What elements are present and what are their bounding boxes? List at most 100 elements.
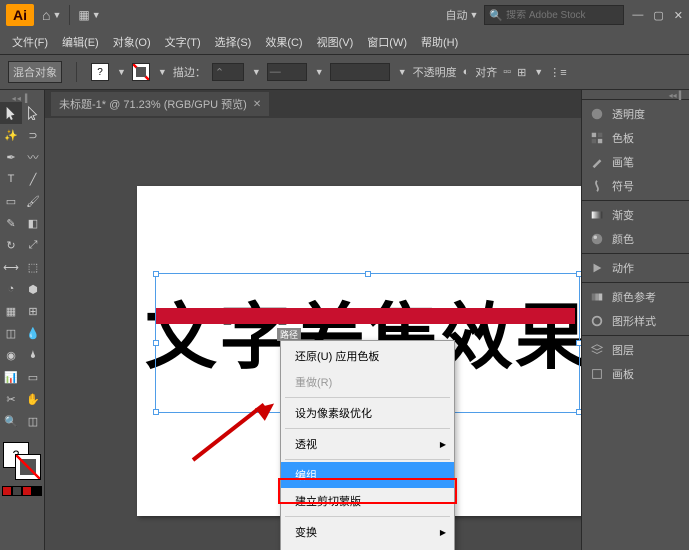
gradient-tool[interactable]: ◫ — [0, 322, 22, 344]
transform-icon[interactable]: ⊞ — [517, 66, 526, 79]
cm-make-clip[interactable]: 建立剪切蒙版 — [281, 488, 454, 514]
handle[interactable] — [576, 409, 581, 415]
artboard-tool[interactable]: ▭ — [22, 366, 44, 388]
blend-tool[interactable]: ◉ — [0, 344, 22, 366]
cm-perspective[interactable]: 透视 — [281, 431, 454, 457]
align-icon[interactable]: ▫▫ — [503, 66, 511, 78]
panel-gradient[interactable]: 渐变 — [582, 203, 689, 227]
pen-tool[interactable]: ✒ — [0, 146, 22, 168]
fill-swatch[interactable] — [91, 63, 109, 81]
handle[interactable] — [153, 409, 159, 415]
menu-effect[interactable]: 效果(C) — [259, 32, 308, 52]
panel-swatches[interactable]: 色板 — [582, 126, 689, 150]
close-icon[interactable]: ✕ — [674, 9, 683, 22]
free-transform-tool[interactable]: ⬚ — [22, 256, 44, 278]
symbol-sprayer-tool[interactable]: 🌢 — [22, 344, 44, 366]
paintbrush-tool[interactable]: 🖌 — [22, 190, 44, 212]
cm-arrange[interactable]: 排列 — [281, 545, 454, 550]
more-options-icon[interactable]: ⋮≡ — [549, 66, 566, 79]
opacity-label[interactable]: 不透明度 — [413, 64, 457, 80]
panel-actions[interactable]: 动作 — [582, 256, 689, 280]
menu-edit[interactable]: 编辑(E) — [56, 32, 105, 52]
close-tab-icon[interactable]: ✕ — [253, 99, 261, 110]
panel-graphic-styles[interactable]: 图形样式 — [582, 309, 689, 333]
chevron-down-icon[interactable]: ▼ — [469, 10, 478, 20]
panel-transparency[interactable]: 透明度 — [582, 102, 689, 126]
brush-def[interactable] — [330, 63, 390, 81]
line-tool[interactable]: ╱ — [22, 168, 44, 190]
zoom-tool[interactable]: 🔍 — [0, 410, 22, 432]
color-mode-strip[interactable] — [2, 486, 42, 496]
type-tool[interactable]: T — [0, 168, 22, 190]
auto-label[interactable]: 自动 — [445, 7, 467, 23]
panel-brushes[interactable]: 画笔 — [582, 150, 689, 174]
style-icon[interactable]: ◐ — [463, 66, 470, 78]
column-graph-tool[interactable]: 📊 — [0, 366, 22, 388]
curvature-tool[interactable]: 〰 — [22, 146, 44, 168]
stroke-color[interactable] — [15, 454, 41, 480]
panel-layers[interactable]: 图层 — [582, 338, 689, 362]
cm-undo[interactable]: 还原(U) 应用色板 — [281, 343, 454, 369]
cm-pixel-perfect[interactable]: 设为像素级优化 — [281, 400, 454, 426]
panel-symbols[interactable]: 符号 — [582, 174, 689, 198]
rectangle-tool[interactable]: ▭ — [0, 190, 22, 212]
menu-window[interactable]: 窗口(W) — [361, 32, 413, 52]
cm-group[interactable]: 编组 — [281, 462, 454, 488]
search-stock-input[interactable]: 🔍 — [484, 5, 624, 25]
panel-color-guide[interactable]: 颜色参考 — [582, 285, 689, 309]
panel-grip[interactable]: ◂◂ ▍ — [0, 94, 44, 102]
scale-tool[interactable]: ⤢ — [22, 234, 44, 256]
chevron-down-icon[interactable]: ▼ — [252, 67, 261, 77]
home-icon[interactable]: ⌂ — [42, 7, 50, 23]
width-tool[interactable]: ⟷ — [0, 256, 22, 278]
chevron-down-icon[interactable]: ▼ — [52, 10, 61, 20]
chevron-down-icon[interactable]: ▼ — [117, 67, 126, 77]
canvas[interactable]: 文字差集效果 路径 还原(U) 应用色板 重做(R) 设为像素级优化 透视 — [45, 118, 581, 550]
align-label[interactable]: 对齐 — [475, 64, 497, 80]
workspace-icon[interactable]: ▦ — [78, 8, 89, 22]
panel-collapse-icon[interactable]: ◂◂ ▍ — [582, 90, 689, 99]
eraser-tool[interactable]: ◧ — [22, 212, 44, 234]
stroke-weight-input[interactable]: ⌃ — [212, 63, 244, 81]
menu-view[interactable]: 视图(V) — [311, 32, 360, 52]
magic-wand-tool[interactable]: ✨ — [0, 124, 22, 146]
rotate-tool[interactable]: ↻ — [0, 234, 22, 256]
chevron-down-icon[interactable]: ▼ — [92, 10, 101, 20]
direct-selection-tool[interactable] — [22, 102, 44, 124]
menu-object[interactable]: 对象(O) — [107, 32, 157, 52]
handle[interactable] — [365, 271, 371, 277]
menu-file[interactable]: 文件(F) — [6, 32, 54, 52]
menu-help[interactable]: 帮助(H) — [415, 32, 464, 52]
document-tab[interactable]: 未标题-1* @ 71.23% (RGB/GPU 预览) ✕ — [51, 92, 269, 116]
shape-builder-tool[interactable]: ◔ — [0, 278, 22, 300]
mesh-tool[interactable]: ⊞ — [22, 300, 44, 322]
search-input[interactable] — [506, 10, 619, 21]
panel-color[interactable]: 颜色 — [582, 227, 689, 251]
menu-select[interactable]: 选择(S) — [209, 32, 258, 52]
chevron-down-icon[interactable]: ▼ — [534, 67, 543, 77]
stroke-swatch[interactable] — [132, 63, 150, 81]
handle[interactable] — [576, 340, 581, 346]
maximize-icon[interactable]: ▢ — [653, 9, 663, 22]
hand-tool[interactable]: ✋ — [22, 388, 44, 410]
cm-transform[interactable]: 变换 — [281, 519, 454, 545]
stroke-profile[interactable]: — — [267, 63, 307, 81]
eyedropper-tool[interactable]: 💧 — [22, 322, 44, 344]
lasso-tool[interactable]: ⊃ — [22, 124, 44, 146]
perspective-tool[interactable]: ▦ — [0, 300, 22, 322]
chevron-down-icon[interactable]: ▼ — [315, 67, 324, 77]
shaper-tool[interactable]: ✎ — [0, 212, 22, 234]
panel-artboards[interactable]: 画板 — [582, 362, 689, 386]
fill-stroke-swatches[interactable] — [1, 440, 43, 482]
slice-tool[interactable]: ✂ — [0, 388, 22, 410]
chevron-down-icon[interactable]: ▼ — [158, 67, 167, 77]
minimize-icon[interactable]: — — [632, 9, 643, 22]
print-tiling-tool[interactable]: ◫ — [22, 410, 44, 432]
handle[interactable] — [576, 271, 581, 277]
handle[interactable] — [153, 340, 159, 346]
chevron-down-icon[interactable]: ▼ — [398, 67, 407, 77]
handle[interactable] — [153, 271, 159, 277]
menu-type[interactable]: 文字(T) — [159, 32, 207, 52]
live-paint-tool[interactable]: ⬢ — [22, 278, 44, 300]
selection-tool[interactable] — [0, 102, 22, 124]
